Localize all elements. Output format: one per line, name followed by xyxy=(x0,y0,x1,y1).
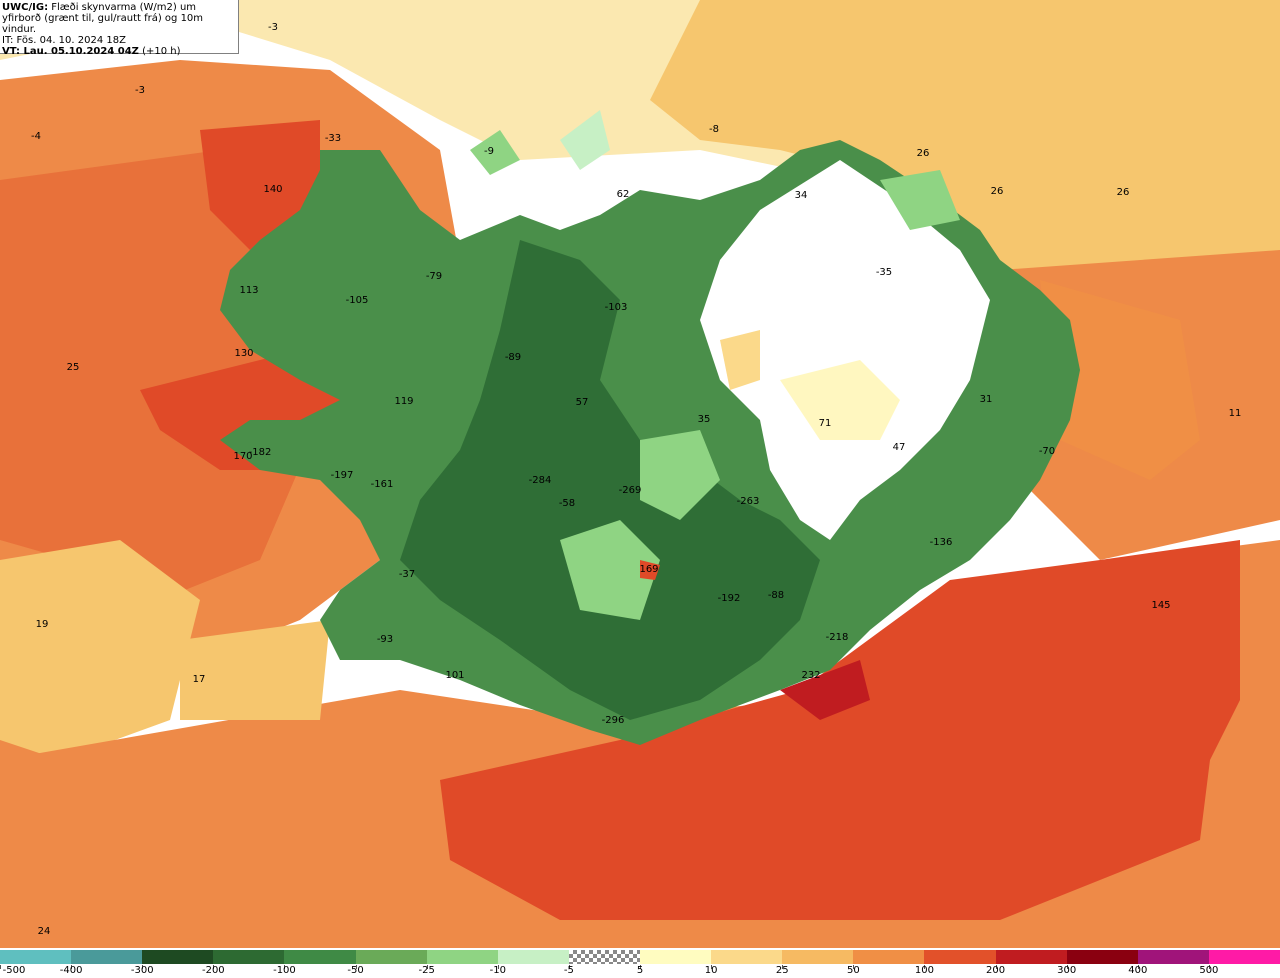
map-value-label: 169 xyxy=(639,564,659,575)
legend-label: 5 xyxy=(636,965,644,976)
map-value-label: 26 xyxy=(916,148,930,159)
map-value-label: -3 xyxy=(268,22,278,33)
legend-swatch xyxy=(995,950,1067,964)
legend-label: 25 xyxy=(775,965,789,976)
map-value-label: -269 xyxy=(618,485,642,496)
map-value-label: 101 xyxy=(445,670,465,681)
initial-time: IT: Fös. 04. 10. 2024 18Z xyxy=(2,35,126,46)
legend-swatch xyxy=(497,950,569,964)
map-value-label: -33 xyxy=(324,133,342,144)
forecast-offset: (+10 h) xyxy=(138,46,181,57)
legend-swatch xyxy=(1137,950,1209,964)
map-value-label: -89 xyxy=(504,352,522,363)
map-value-label: -284 xyxy=(528,475,552,486)
map-value-label: -103 xyxy=(604,302,628,313)
map-value-label: 140 xyxy=(263,184,283,195)
map-value-label: 130 xyxy=(234,348,254,359)
map-value-label: 57 xyxy=(575,397,589,408)
legend-swatch xyxy=(142,950,214,964)
valid-time: VT: Lau. 05.10.2024 04Z xyxy=(2,46,139,57)
map-value-label: 26 xyxy=(1116,187,1130,198)
map-value-label: 47 xyxy=(892,442,906,453)
legend-swatch xyxy=(640,950,712,964)
map-value-label: -35 xyxy=(875,267,893,278)
map-value-label: 113 xyxy=(239,285,259,296)
map-value-label: -136 xyxy=(929,537,953,548)
map-value-label: -192 xyxy=(717,593,741,604)
legend-swatch xyxy=(284,950,356,964)
product-title: Flæði skynvarma (W/m2) um xyxy=(48,2,197,13)
legend-swatch xyxy=(568,950,640,964)
legend-label: 10 xyxy=(704,965,718,976)
map-value-label: -37 xyxy=(398,569,416,580)
legend-swatch xyxy=(924,950,996,964)
legend-label: -400 xyxy=(59,965,83,976)
map-value-label: -93 xyxy=(376,634,394,645)
legend-swatch xyxy=(1208,950,1280,964)
map-value-label: -3 xyxy=(135,85,145,96)
map-value-label: -296 xyxy=(601,715,625,726)
legend-label: 200 xyxy=(986,965,1006,976)
color-legend: -500 -400 -300 -200 -100 -50 -25 -10 -5 5 10 25 50 10… xyxy=(0,948,1280,978)
legend-label: 500 xyxy=(1199,965,1219,976)
map-value-label: -182 xyxy=(248,447,272,458)
map-value-label: -197 xyxy=(330,470,354,481)
map-area: -3 -3 -4 -9 -8 -33 140 62 34 26 26 26 113 -105 -79 -103… xyxy=(0,0,1280,948)
map-value-label: -88 xyxy=(767,590,785,601)
legend-swatch xyxy=(213,950,285,964)
legend-label: 100 xyxy=(914,965,934,976)
map-value-label: 24 xyxy=(37,926,51,937)
map-value-label: -218 xyxy=(825,632,849,643)
map-value-label: -58 xyxy=(558,498,576,509)
map-value-label: -4 xyxy=(31,131,41,142)
model-name: UWC/IG: xyxy=(2,2,49,13)
map-value-label: -79 xyxy=(425,271,443,282)
legend-label: -200 xyxy=(201,965,225,976)
legend-label: -50 xyxy=(347,965,364,976)
product-subtitle: yfirborð (grænt til, gul/rautt frá) og 1… xyxy=(2,13,204,35)
map-value-label: -105 xyxy=(345,295,369,306)
legend-label: 50 xyxy=(846,965,860,976)
legend-tick xyxy=(0,965,1,969)
map-value-label: -70 xyxy=(1038,446,1056,457)
map-value-label: 232 xyxy=(801,670,821,681)
legend-swatch xyxy=(1066,950,1138,964)
legend-label: -300 xyxy=(130,965,154,976)
map-value-label: 35 xyxy=(697,414,711,425)
legend-label: -10 xyxy=(489,965,506,976)
legend-swatch xyxy=(426,950,498,964)
legend-label: -100 xyxy=(273,965,296,976)
legend-swatch xyxy=(853,950,925,964)
map-value-label: -263 xyxy=(736,496,760,507)
map-value-label: 31 xyxy=(979,394,993,405)
legend-label: 400 xyxy=(1128,965,1148,976)
map-value-label: 25 xyxy=(66,362,80,373)
legend-swatch xyxy=(0,950,72,964)
legend-swatch xyxy=(355,950,427,964)
map-value-label: 19 xyxy=(35,619,49,630)
map-value-label: -9 xyxy=(484,146,494,157)
map-value-label: 119 xyxy=(394,396,414,407)
legend-label: -5 xyxy=(563,965,574,976)
legend-swatch xyxy=(782,950,854,964)
legend-swatch xyxy=(71,950,143,964)
map-value-label: -161 xyxy=(370,479,394,490)
map-value-label: 11 xyxy=(1228,408,1242,419)
map-value-label: 26 xyxy=(990,186,1004,197)
legend-label: -25 xyxy=(418,965,435,976)
heatflux-map xyxy=(0,0,1280,948)
legend-label: -500 xyxy=(2,965,26,976)
map-value-label: 62 xyxy=(616,189,630,200)
map-value-label: 145 xyxy=(1151,600,1171,611)
legend-swatch xyxy=(711,950,783,964)
legend-label: 300 xyxy=(1057,965,1077,976)
map-value-label: 71 xyxy=(818,418,832,429)
map-value-label: -8 xyxy=(709,124,719,135)
map-value-label: 17 xyxy=(192,674,206,685)
map-value-label: 34 xyxy=(794,190,808,201)
map-info-box: UWC/IG: Flæði skynvarma (W/m2) um yfirbo… xyxy=(0,0,239,57)
